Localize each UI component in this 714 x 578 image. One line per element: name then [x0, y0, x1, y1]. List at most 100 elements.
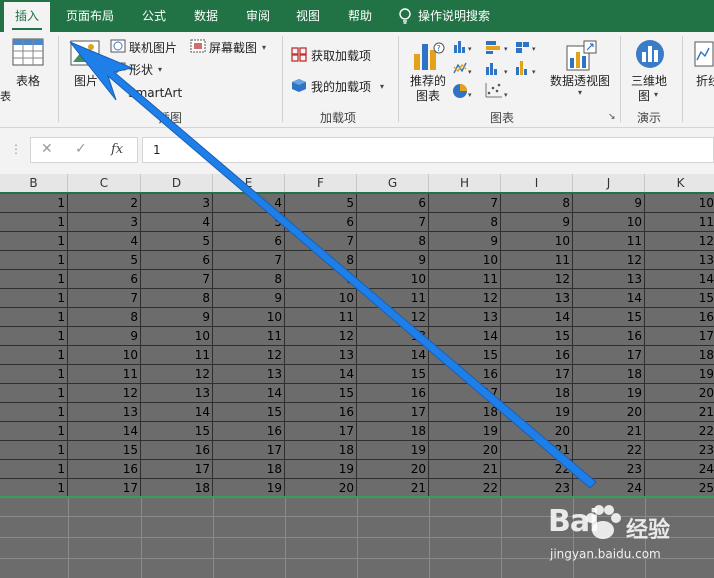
cell-h-8[interactable]: 14: [429, 327, 501, 346]
cell-f-10[interactable]: 14: [285, 365, 357, 384]
cell-i-9[interactable]: 16: [501, 346, 573, 365]
cell-b-12[interactable]: 1: [0, 403, 68, 422]
cell-e-10[interactable]: 13: [213, 365, 285, 384]
cell-b-9[interactable]: 1: [0, 346, 68, 365]
cell-j-11[interactable]: 19: [573, 384, 645, 403]
pivot-chart-icon[interactable]: [566, 40, 598, 72]
cell-h-4[interactable]: 10: [429, 251, 501, 270]
cell-d-2[interactable]: 4: [141, 213, 213, 232]
recommended-charts-label-2[interactable]: 图表: [416, 87, 440, 104]
cell-f-2[interactable]: 6: [285, 213, 357, 232]
cell-e-8[interactable]: 11: [213, 327, 285, 346]
cell-e-14[interactable]: 17: [213, 441, 285, 460]
cell-d-9[interactable]: 11: [141, 346, 213, 365]
column-header-e[interactable]: E: [213, 174, 285, 192]
cell-k-1[interactable]: 10: [645, 194, 714, 213]
my-addins-dropdown-icon[interactable]: ▾: [380, 82, 384, 91]
cell-d-15[interactable]: 17: [141, 460, 213, 479]
cell-h-9[interactable]: 15: [429, 346, 501, 365]
sparkline-line-icon[interactable]: [694, 40, 714, 68]
cell-c-1[interactable]: 2: [68, 194, 141, 213]
cell-b-14[interactable]: 1: [0, 441, 68, 460]
cell-h-1[interactable]: 7: [429, 194, 501, 213]
tab-insert[interactable]: 插入: [4, 2, 50, 32]
cell-b-2[interactable]: 1: [0, 213, 68, 232]
cell-g-2[interactable]: 7: [357, 213, 429, 232]
cell-j-4[interactable]: 12: [573, 251, 645, 270]
cell-c-12[interactable]: 13: [68, 403, 141, 422]
cell-e-12[interactable]: 15: [213, 403, 285, 422]
cell-f-14[interactable]: 18: [285, 441, 357, 460]
cell-c-7[interactable]: 8: [68, 308, 141, 327]
picture-icon[interactable]: [70, 40, 100, 66]
cell-b-10[interactable]: 1: [0, 365, 68, 384]
cell-i-11[interactable]: 18: [501, 384, 573, 403]
formula-bar-grip[interactable]: ⋮: [10, 142, 22, 156]
pictures-button[interactable]: 图片: [74, 72, 98, 89]
cell-k-7[interactable]: 16: [645, 308, 714, 327]
cell-c-9[interactable]: 10: [68, 346, 141, 365]
cell-i-8[interactable]: 15: [501, 327, 573, 346]
cell-g-10[interactable]: 15: [357, 365, 429, 384]
cell-d-6[interactable]: 8: [141, 289, 213, 308]
cell-i-12[interactable]: 19: [501, 403, 573, 422]
chart-type-buttons[interactable]: ▾ ▾ ▾ ▾ ▾ ▾ ▾ ▾: [452, 39, 544, 103]
cell-f-11[interactable]: 15: [285, 384, 357, 403]
cell-c-15[interactable]: 16: [68, 460, 141, 479]
cell-f-12[interactable]: 16: [285, 403, 357, 422]
cell-b-5[interactable]: 1: [0, 270, 68, 289]
cell-c-2[interactable]: 3: [68, 213, 141, 232]
cell-f-13[interactable]: 17: [285, 422, 357, 441]
cell-b-1[interactable]: 1: [0, 194, 68, 213]
cell-i-5[interactable]: 12: [501, 270, 573, 289]
cell-d-3[interactable]: 5: [141, 232, 213, 251]
cell-h-12[interactable]: 18: [429, 403, 501, 422]
cell-j-5[interactable]: 13: [573, 270, 645, 289]
cell-c-10[interactable]: 11: [68, 365, 141, 384]
dialog-launcher-icon[interactable]: ↘: [608, 112, 616, 122]
3d-map-label-2[interactable]: 图: [638, 87, 650, 104]
cell-h-3[interactable]: 9: [429, 232, 501, 251]
recommended-charts-icon[interactable]: ?: [412, 38, 446, 72]
shapes-button[interactable]: 形状: [129, 61, 153, 78]
cell-k-10[interactable]: 19: [645, 365, 714, 384]
cell-j-15[interactable]: 23: [573, 460, 645, 479]
cell-b-8[interactable]: 1: [0, 327, 68, 346]
my-addins-button[interactable]: 我的加载项: [311, 78, 371, 95]
cell-d-4[interactable]: 6: [141, 251, 213, 270]
cell-d-13[interactable]: 15: [141, 422, 213, 441]
cancel-icon[interactable]: ✕: [41, 141, 53, 157]
tell-me-search[interactable]: 操作说明搜索: [418, 0, 508, 32]
cell-e-4[interactable]: 7: [213, 251, 285, 270]
cell-g-8[interactable]: 13: [357, 327, 429, 346]
cell-e-3[interactable]: 6: [213, 232, 285, 251]
3d-map-dropdown-icon[interactable]: ▾: [654, 90, 658, 99]
cell-e-13[interactable]: 16: [213, 422, 285, 441]
column-header-h[interactable]: H: [429, 174, 501, 192]
cell-i-1[interactable]: 8: [501, 194, 573, 213]
get-addins-button[interactable]: 获取加载项: [311, 47, 371, 64]
column-header-k[interactable]: K: [645, 174, 714, 192]
cell-g-15[interactable]: 20: [357, 460, 429, 479]
cell-k-11[interactable]: 20: [645, 384, 714, 403]
cell-b-3[interactable]: 1: [0, 232, 68, 251]
cell-g-13[interactable]: 18: [357, 422, 429, 441]
column-header-j[interactable]: J: [573, 174, 645, 192]
smartart-button[interactable]: SmartArt: [128, 86, 182, 100]
cell-j-10[interactable]: 18: [573, 365, 645, 384]
tab-view[interactable]: 视图: [286, 0, 330, 32]
cell-i-2[interactable]: 9: [501, 213, 573, 232]
tab-page-layout[interactable]: 页面布局: [58, 0, 122, 32]
cell-d-11[interactable]: 13: [141, 384, 213, 403]
cell-c-6[interactable]: 7: [68, 289, 141, 308]
column-header-c[interactable]: C: [68, 174, 141, 192]
cell-d-12[interactable]: 14: [141, 403, 213, 422]
cell-d-7[interactable]: 9: [141, 308, 213, 327]
cell-g-12[interactable]: 17: [357, 403, 429, 422]
cell-h-6[interactable]: 12: [429, 289, 501, 308]
column-header-d[interactable]: D: [141, 174, 213, 192]
cell-j-3[interactable]: 11: [573, 232, 645, 251]
cell-g-5[interactable]: 10: [357, 270, 429, 289]
cell-h-15[interactable]: 21: [429, 460, 501, 479]
cell-f-6[interactable]: 10: [285, 289, 357, 308]
